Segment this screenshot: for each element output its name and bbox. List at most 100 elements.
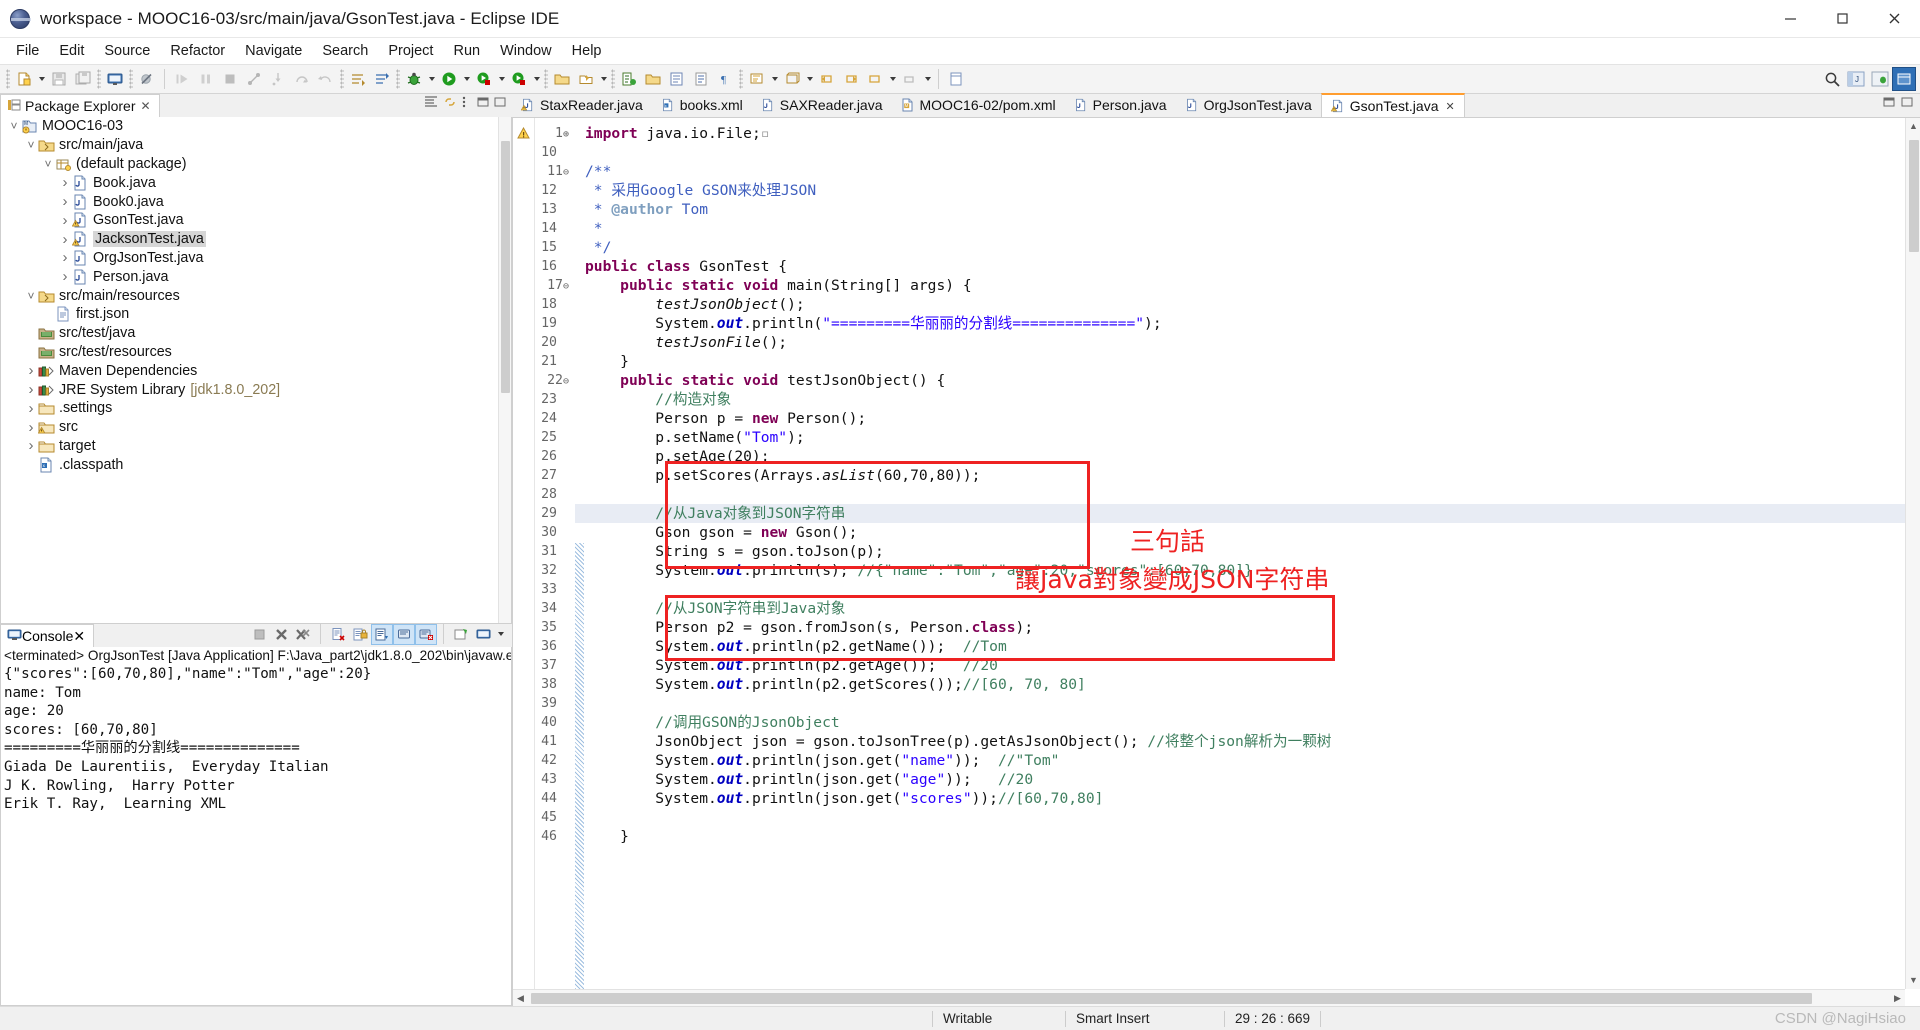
chevron-right-icon[interactable]: › [24,437,38,454]
search-icon[interactable] [1821,68,1843,90]
tree-vertical-scrollbar[interactable] [498,117,511,623]
tree-item-src-test-java[interactable]: src/test/java [1,324,498,343]
back-history-icon[interactable] [864,68,886,90]
previous-edit-icon[interactable] [816,68,838,90]
editor-tab-saxreader-java[interactable]: SAXReader.java [752,93,892,117]
new-console-view-icon[interactable] [473,625,493,644]
chevron-right-icon[interactable]: › [24,362,38,379]
tree-item-classpath[interactable]: x .classpath [1,455,498,474]
disconnect-icon[interactable] [243,68,265,90]
step-into-icon[interactable] [267,68,289,90]
maximize-button[interactable] [1816,0,1868,38]
perspective-dropdown-icon[interactable] [804,68,815,90]
previous-annotation-icon[interactable] [371,68,393,90]
minimize-view-icon[interactable] [476,95,490,114]
close-icon[interactable]: ✕ [1445,100,1454,113]
history-dropdown-icon[interactable] [887,68,898,90]
chevron-down-icon[interactable]: ˅ [41,157,55,171]
chevron-down-icon[interactable]: ˅ [24,138,38,152]
tree-item-gsontest-java[interactable]: › GsonTest.java [1,211,498,230]
editor-horizontal-scrollbar[interactable]: ◀ ▶ [513,989,1905,1006]
maximize-editor-icon[interactable] [1900,95,1914,114]
external-tools-dropdown-icon[interactable] [496,68,507,90]
minimize-editor-icon[interactable] [1882,95,1896,114]
tree-item-src-test-resources[interactable]: src/test/resources [1,343,498,362]
tree-item-first-json[interactable]: first.json [1,305,498,324]
console-output[interactable]: <terminated> OrgJsonTest [Java Applicati… [0,647,512,1006]
suspend-icon[interactable] [195,68,217,90]
open-task-icon[interactable] [690,68,712,90]
chevron-right-icon[interactable]: › [58,231,72,248]
editor-body[interactable]: 1⊕ 10 11⊖ 12 13 14 15 16 17⊖ 18 19 20 21 22… [512,118,1920,1006]
link-with-editor-icon[interactable] [442,94,458,115]
new-window-icon[interactable] [945,68,967,90]
chevron-down-icon[interactable]: ˅ [24,289,38,303]
menu-file[interactable]: File [6,40,49,62]
editor-tab-orgjsontest-java[interactable]: OrgJsonTest.java [1176,93,1321,117]
save-icon[interactable] [48,68,70,90]
open-perspective-active-icon[interactable] [1892,67,1916,91]
tree-item-maven-dependencies[interactable]: › Maven Dependencies [1,361,498,380]
chevron-right-icon[interactable]: › [58,268,72,285]
chevron-right-icon[interactable]: › [24,419,38,436]
chevron-right-icon[interactable]: › [24,381,38,398]
resume-icon[interactable] [171,68,193,90]
next-edit-icon[interactable] [840,68,862,90]
next-annotation-icon[interactable] [347,68,369,90]
run-last-dropdown-icon[interactable] [531,68,542,90]
remove-all-launches-icon[interactable] [293,625,313,644]
tree-item-mooc16-03[interactable]: ˅ M MOOC16-03 [1,117,498,136]
terminate-icon[interactable] [219,68,241,90]
toolbar-drag-handle[interactable] [6,69,10,89]
menu-run[interactable]: Run [443,40,490,62]
toggle-mark-occurrences-icon[interactable]: ¶ [714,68,736,90]
scroll-right-icon[interactable]: ▶ [1890,993,1905,1004]
tree-item-src-main-resources[interactable]: ˅ src/main/resources [1,286,498,305]
menu-refactor[interactable]: Refactor [160,40,235,62]
editor-vertical-scrollbar[interactable]: ▲ ▼ [1905,118,1920,989]
tree-item-orgjsontest-java[interactable]: › OrgJsonTest.java [1,249,498,268]
display-selected-console-icon[interactable] [415,623,437,645]
scroll-left-icon[interactable]: ◀ [513,993,528,1004]
tree-item-person-java[interactable]: › Person.java [1,267,498,286]
menu-window[interactable]: Window [490,40,562,62]
chevron-right-icon[interactable]: › [58,193,72,210]
chevron-right-icon[interactable]: › [24,400,38,417]
editor-tab-person-java[interactable]: Person.java [1065,93,1176,117]
new-wizard-dropdown-icon[interactable] [36,68,47,90]
package-explorer-tree[interactable]: ˅ M MOOC16-03 ˅ src/main/java ˅ (default packa… [0,117,512,624]
editor-scroll-thumb[interactable] [1909,140,1919,252]
editor-marker-gutter[interactable] [513,118,535,1006]
console-view-icon[interactable] [104,68,126,90]
editor-tab-staxreader-java[interactable]: StaxReader.java [512,93,652,117]
menu-search[interactable]: Search [312,40,378,62]
tab-package-explorer[interactable]: Package Explorer ✕ [0,94,160,117]
close-icon[interactable]: ✕ [141,99,151,113]
chevron-down-icon[interactable]: ˅ [7,119,21,133]
scroll-down-icon[interactable]: ▼ [1906,975,1920,985]
editor-tab-mooc16-02-pom-xml[interactable]: M MOOC16-02/pom.xml [892,93,1065,117]
tree-item-jre-system-library[interactable]: › JRE System Library [jdk1.8.0_202] [1,380,498,399]
menu-source[interactable]: Source [94,40,160,62]
editor-tab-gsontest-java[interactable]: GsonTest.java ✕ [1320,93,1465,117]
step-return-icon[interactable] [315,68,337,90]
scroll-lock-icon[interactable] [350,625,370,644]
editor-hscroll-thumb[interactable] [531,993,1812,1004]
forward-history-icon[interactable] [899,68,921,90]
new-java-package-icon[interactable] [575,68,597,90]
tree-item-book0-java[interactable]: › Book0.java [1,192,498,211]
debug-perspective-icon[interactable] [1869,68,1891,90]
forward-dropdown-icon[interactable] [922,68,933,90]
tree-item-target[interactable]: › target [1,437,498,456]
close-icon[interactable]: ✕ [73,628,85,645]
view-menu-icon[interactable] [461,94,473,115]
menu-edit[interactable]: Edit [49,40,94,62]
search-filter-dropdown-icon[interactable] [769,68,780,90]
tree-scroll-thumb[interactable] [501,141,510,393]
debug-icon[interactable] [403,68,425,90]
maximize-view-icon[interactable] [493,95,507,114]
minimize-button[interactable] [1764,0,1816,38]
new-wizard-icon[interactable] [13,68,35,90]
run-icon[interactable] [438,68,460,90]
debug-dropdown-icon[interactable] [426,68,437,90]
